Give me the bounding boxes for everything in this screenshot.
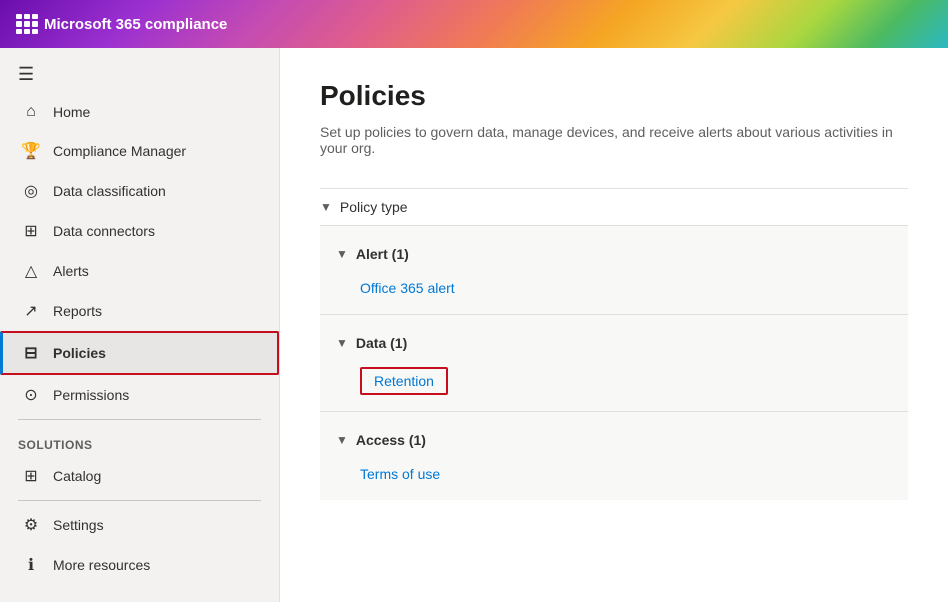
app-title: Microsoft 365 compliance	[44, 16, 227, 33]
app-launcher-icon[interactable]	[16, 14, 36, 34]
policy-type-chevron: ▼	[320, 200, 332, 214]
data-group: ▼ Data (1) Retention	[320, 314, 908, 411]
main-content: Policies Set up policies to govern data,…	[280, 48, 948, 602]
policy-type-header[interactable]: ▼ Policy type	[320, 188, 908, 225]
policies-icon: ⊟	[21, 343, 41, 363]
sidebar-item-data-connectors[interactable]: ⊞ Data connectors	[0, 211, 279, 251]
access-chevron: ▼	[336, 433, 348, 447]
top-header: Microsoft 365 compliance	[0, 0, 948, 48]
hamburger-button[interactable]: ☰	[0, 48, 279, 93]
data-group-header[interactable]: ▼ Data (1)	[320, 325, 908, 361]
sidebar-divider	[18, 419, 261, 420]
sidebar-divider-2	[18, 500, 261, 501]
settings-icon: ⚙	[21, 515, 41, 535]
sidebar-item-permissions[interactable]: ⊙ Permissions	[0, 375, 279, 415]
office365-alert-item[interactable]: Office 365 alert	[320, 272, 908, 304]
sidebar-item-data-classification-label: Data classification	[53, 183, 166, 199]
terms-of-use-item[interactable]: Terms of use	[320, 458, 908, 490]
data-connectors-icon: ⊞	[21, 221, 41, 241]
reports-icon: ↗	[21, 301, 41, 321]
sidebar-item-catalog[interactable]: ⊞ Catalog	[0, 456, 279, 496]
sidebar-item-more-resources-label: More resources	[53, 557, 150, 573]
solutions-section-header: Solutions	[0, 424, 279, 456]
access-group: ▼ Access (1) Terms of use	[320, 411, 908, 500]
catalog-icon: ⊞	[21, 466, 41, 486]
alerts-icon: △	[21, 261, 41, 281]
sidebar-item-more-resources[interactable]: ℹ More resources	[0, 545, 279, 585]
data-group-label: Data (1)	[356, 335, 407, 351]
alert-group-header[interactable]: ▼ Alert (1)	[320, 236, 908, 272]
sidebar-item-alerts-label: Alerts	[53, 263, 89, 279]
sidebar-item-policies[interactable]: ⊟ Policies	[0, 331, 279, 375]
access-group-label: Access (1)	[356, 432, 426, 448]
sidebar-item-settings-label: Settings	[53, 517, 104, 533]
alert-group-label: Alert (1)	[356, 246, 409, 262]
sidebar-item-home[interactable]: ⌂ Home	[0, 93, 279, 131]
sidebar-item-compliance-manager[interactable]: 🏆 Compliance Manager	[0, 131, 279, 171]
data-classification-icon: ◎	[21, 181, 41, 201]
data-chevron: ▼	[336, 336, 348, 350]
page-description: Set up policies to govern data, manage d…	[320, 124, 900, 156]
sidebar: ☰ ⌂ Home 🏆 Compliance Manager ◎ Data cla…	[0, 48, 280, 602]
retention-item[interactable]: Retention	[360, 367, 448, 395]
sidebar-item-permissions-label: Permissions	[53, 387, 129, 403]
more-resources-icon: ℹ	[21, 555, 41, 575]
policy-type-label: Policy type	[340, 199, 408, 215]
sidebar-item-data-connectors-label: Data connectors	[53, 223, 155, 239]
sidebar-item-policies-label: Policies	[53, 345, 106, 361]
sidebar-item-compliance-manager-label: Compliance Manager	[53, 143, 186, 159]
alert-group: ▼ Alert (1) Office 365 alert	[320, 225, 908, 314]
sidebar-item-data-classification[interactable]: ◎ Data classification	[0, 171, 279, 211]
sidebar-item-home-label: Home	[53, 104, 90, 120]
home-icon: ⌂	[21, 103, 41, 121]
sidebar-item-alerts[interactable]: △ Alerts	[0, 251, 279, 291]
sidebar-item-catalog-label: Catalog	[53, 468, 101, 484]
sidebar-item-reports[interactable]: ↗ Reports	[0, 291, 279, 331]
sidebar-item-reports-label: Reports	[53, 303, 102, 319]
permissions-icon: ⊙	[21, 385, 41, 405]
access-group-header[interactable]: ▼ Access (1)	[320, 422, 908, 458]
alert-chevron: ▼	[336, 247, 348, 261]
page-title: Policies	[320, 80, 908, 112]
sidebar-item-settings[interactable]: ⚙ Settings	[0, 505, 279, 545]
compliance-manager-icon: 🏆	[21, 141, 41, 161]
